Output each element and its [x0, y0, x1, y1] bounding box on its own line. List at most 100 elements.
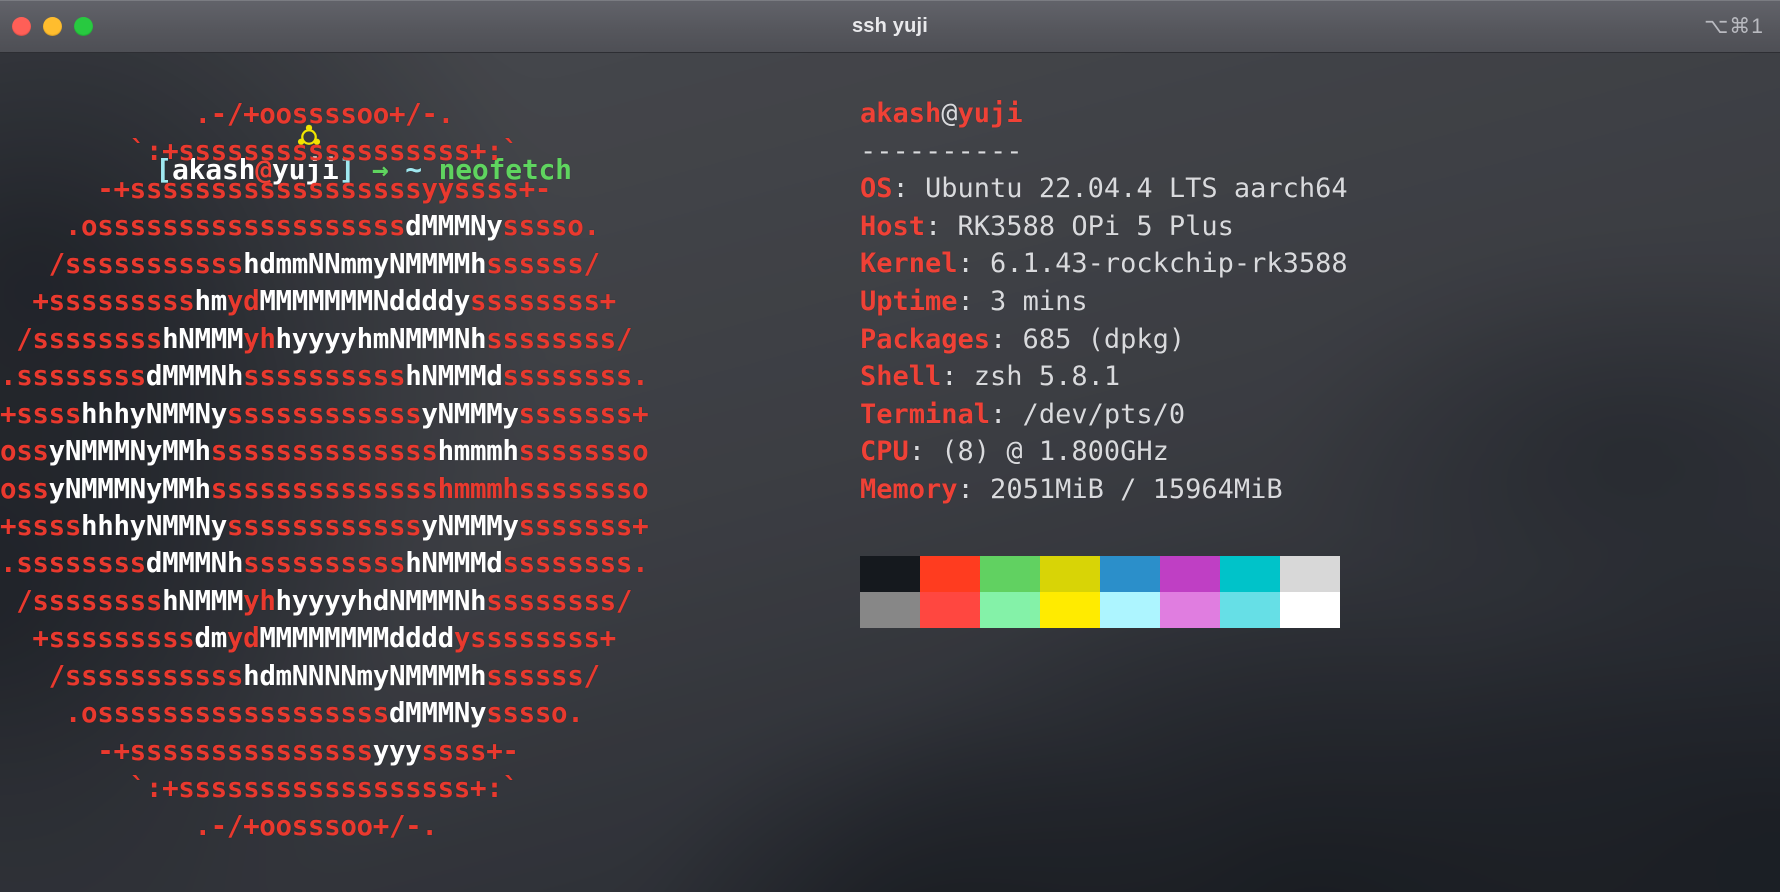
ascii-art-row: ossyNMMMNyMMhsssssssssssssshmmmhssssssso — [0, 435, 649, 469]
palette-swatch — [1280, 556, 1340, 592]
terminal-content: [akash@yuji] → ~ neofetch .-/+oossssoo+/… — [0, 53, 1780, 892]
entry-value: : /dev/pts/0 — [990, 398, 1186, 430]
keyboard-shortcut-indicator: ⌥⌘1 — [1704, 14, 1764, 38]
ascii-art-segment: hNMMMd — [405, 360, 503, 393]
ascii-art-row: /sssssssshNMMMyhhyyyyhdNMMMNhssssssss/ — [0, 585, 632, 619]
entry-key: OS — [860, 173, 893, 205]
ascii-art-segment: ssssssssss — [243, 547, 406, 580]
ascii-art-segment: +ssss — [0, 509, 82, 542]
neofetch-header-user: akash — [860, 98, 942, 129]
entry-value: : Ubuntu 22.04.4 LTS aarch64 — [892, 173, 1348, 205]
ascii-art-row: /sssssssshNMMMyhhyyyyhmNMMMNhssssssss/ — [0, 323, 632, 357]
ascii-art-row: -+ssssssssssssssssssyyssss+- — [0, 173, 551, 207]
neofetch-entry-kernel: Kernel: 6.1.43-rockchip-rk3588 — [860, 245, 1348, 283]
ascii-art-segment: hhhyNMMNy — [81, 397, 227, 430]
ascii-art-row: .-/+oosssoo+/-. — [0, 809, 438, 844]
palette-swatch — [1100, 556, 1160, 592]
ascii-art-segment: -+sssssssssssssss — [0, 734, 373, 767]
ascii-art-segment: hm — [194, 285, 227, 318]
title-bar[interactable]: ssh yuji ⌥⌘1 — [0, 0, 1780, 53]
ascii-art-segment: yssssssss+ — [453, 622, 616, 655]
ascii-art-segment: yh — [243, 322, 276, 355]
ascii-art-row: +sssshhhyNMMNyssssssssssssyNMMMysssssss+ — [0, 509, 649, 544]
ascii-art-segment: ssssssso — [518, 435, 649, 468]
ascii-art-segment: oss — [0, 472, 49, 505]
maximize-window-button[interactable] — [74, 16, 93, 36]
ascii-art-segment: yNMMMNyMMh — [48, 472, 211, 505]
ascii-art-segment: ssssssssssss — [226, 509, 422, 542]
ascii-art-segment: yyy — [372, 734, 422, 767]
entry-value: : zsh 5.8.1 — [941, 361, 1121, 393]
palette-swatch — [1040, 556, 1100, 592]
neofetch-header-at: @ — [941, 98, 958, 129]
ascii-art-segment: hdmNNNNmyNMMMMh — [243, 659, 487, 692]
palette-row — [860, 556, 1340, 592]
ascii-art-segment: hNMMM — [162, 322, 244, 355]
palette-swatch — [1100, 592, 1160, 628]
close-window-button[interactable] — [12, 16, 31, 36]
entry-value: : 6.1.43-rockchip-rk3588 — [957, 248, 1348, 280]
palette-swatch — [860, 592, 920, 628]
neofetch-entry-shell: Shell: zsh 5.8.1 — [860, 358, 1348, 396]
ascii-art-row: .ossssssssssssssssssdMMMNysssso. — [0, 697, 584, 731]
entry-key: Host — [860, 210, 926, 242]
ascii-art-segment: /sssssssssss — [0, 659, 244, 692]
ascii-art-segment: .-/+oosssoo+/-. — [0, 809, 438, 842]
ascii-art-segment: +sssssssss — [0, 285, 195, 318]
ascii-art-row: +sssssssssdmydMMMMMMMMddddyssssssss+ — [0, 622, 616, 656]
ascii-art-segment: sssssssssssssshmmmhssssssso — [210, 472, 649, 505]
entry-key: Uptime — [860, 285, 958, 317]
ascii-art-segment: dMMMNh — [145, 547, 244, 580]
entry-key: Memory — [860, 473, 958, 505]
ascii-art-row: `:+ssssssssssssssssss+:` — [0, 135, 519, 169]
ascii-art-row: .ssssssssdMMMNhsssssssssshNMMMdssssssss. — [0, 360, 649, 394]
neofetch-info-panel: akash@yuji ---------- OS: Ubuntu 22.04.4 L… — [860, 95, 1348, 509]
neofetch-entry-uptime: Uptime: 3 mins — [860, 283, 1348, 321]
entry-value: : 2051MiB / 15964MiB — [957, 473, 1283, 505]
palette-swatch — [1160, 592, 1220, 628]
ascii-art-segment: yNMMMNyMMh — [48, 435, 211, 468]
ascii-art-segment: -+ssssssssssssssssssyyssss+- — [0, 172, 552, 205]
neofetch-entry-host: Host: RK3588 OPi 5 Plus — [860, 208, 1348, 246]
ascii-art-segment: ssssssssssss — [226, 397, 422, 430]
ascii-art-segment: oss — [0, 435, 49, 468]
ascii-art-segment: ssss+- — [421, 734, 519, 767]
ascii-art-segment: dMMMNy — [405, 210, 503, 243]
ascii-art-segment: MMMMMMMMdddd — [259, 622, 454, 655]
ascii-art-segment: .ssssssss — [0, 360, 146, 393]
ascii-art-segment: .-/+oossssoo+/-. — [0, 98, 454, 130]
terminal-body[interactable]: [akash@yuji] → ~ neofetch .-/+oossssoo+/… — [0, 53, 1780, 892]
ascii-art-row: +sssshhhyNMMNyssssssssssssyNMMMysssssss+ — [0, 397, 649, 432]
ascii-art-segment: hhhyNMMNy — [81, 509, 227, 542]
entry-key: Shell — [860, 361, 942, 393]
ascii-art-segment: +ssss — [0, 397, 82, 430]
ascii-art-segment: MMMMMMMNddddy — [259, 285, 471, 318]
ascii-art-segment: .ossssssssssssssssss — [0, 697, 390, 730]
ascii-art-segment: ssssssss. — [502, 360, 649, 393]
ascii-art-segment: dm — [194, 622, 227, 655]
entry-key: CPU — [860, 436, 909, 468]
neofetch-color-palette — [860, 556, 1340, 628]
palette-swatch — [1220, 556, 1280, 592]
ascii-art-segment: ssssssssss — [243, 360, 406, 393]
neofetch-entry-cpu: CPU: (8) @ 1.800GHz — [860, 433, 1348, 471]
underline-text: ---------- — [860, 135, 1023, 167]
ascii-art-segment: sssssss+ — [518, 509, 649, 542]
ascii-art-segment: hNMMMd — [405, 547, 503, 580]
ascii-art-row: .ssssssssdMMMNhsssssssssshNMMMdssssssss. — [0, 547, 649, 581]
neofetch-header-host: yuji — [957, 98, 1023, 129]
minimize-window-button[interactable] — [43, 16, 62, 36]
neofetch-header: akash@yuji — [860, 95, 1348, 133]
ascii-art-segment: hmmmh — [437, 435, 519, 468]
palette-swatch — [920, 556, 980, 592]
traffic-light-group — [0, 16, 93, 36]
entry-key: Terminal — [860, 398, 991, 430]
terminal-window: ssh yuji ⌥⌘1 [akash@yuji] → ~ neofetch .… — [0, 0, 1780, 892]
ascii-art-segment: ssssssss/ — [486, 322, 633, 355]
ascii-art-row: -+sssssssssssssssyyyssss+- — [0, 735, 519, 769]
ascii-art-segment: .ssssssss — [0, 547, 146, 580]
ascii-art-segment: /ssssssss — [0, 322, 163, 355]
ascii-art-segment: hdmmNNmmyNMMMMh — [243, 247, 487, 280]
neofetch-entry-terminal: Terminal: /dev/pts/0 — [860, 396, 1348, 434]
window-title: ssh yuji — [851, 14, 929, 37]
